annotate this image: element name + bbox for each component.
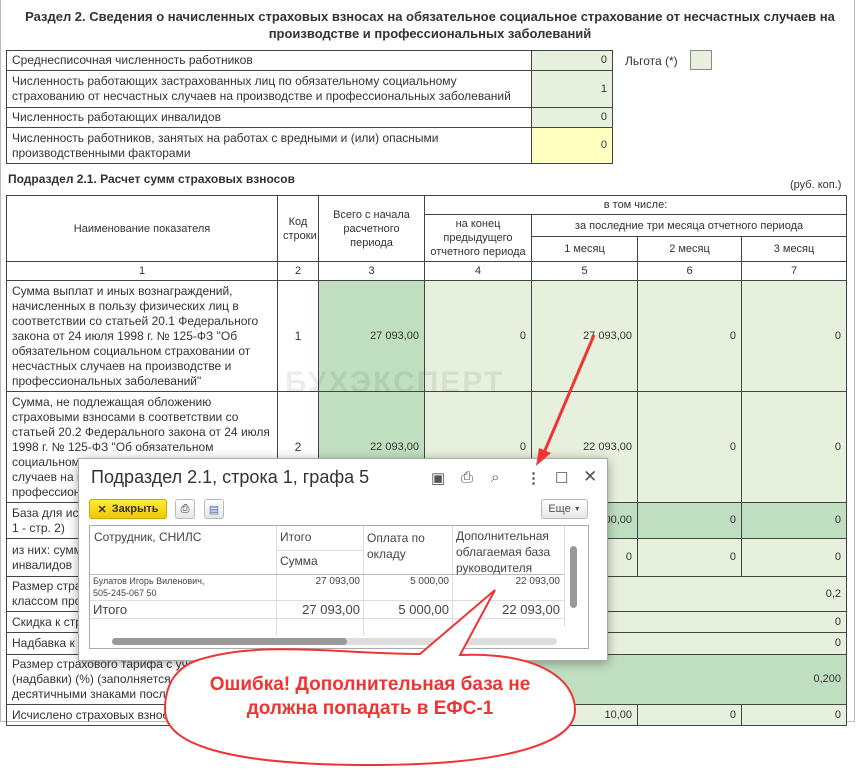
arrow-head bbox=[536, 448, 551, 466]
callout-graphics bbox=[163, 334, 596, 767]
error-callout: Ошибка! Дополнительная база не должна по… bbox=[209, 674, 531, 719]
arrow-line bbox=[541, 334, 596, 456]
